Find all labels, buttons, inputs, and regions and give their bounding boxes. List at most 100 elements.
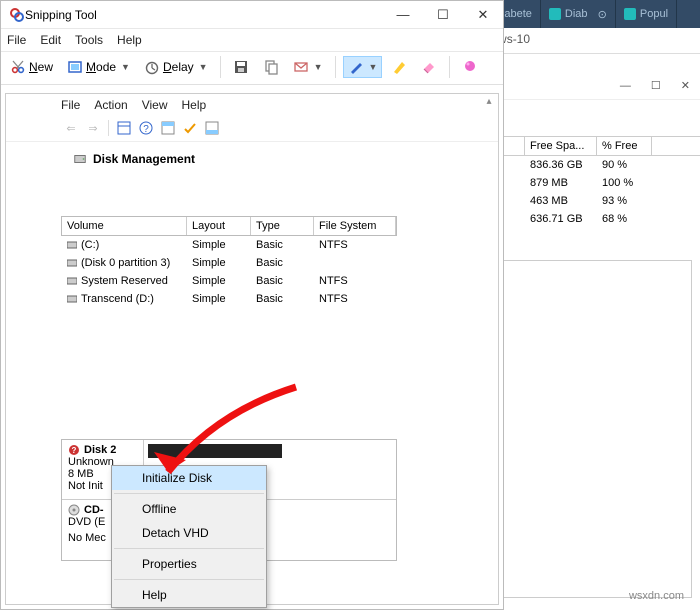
context-menu: Initialize Disk Offline Detach VHD Prope… [111, 465, 267, 608]
send-button[interactable]: ▼ [288, 56, 328, 78]
browser-tabstrip: Diabete Diab ⊙ Popul [470, 0, 700, 28]
highlighter-button[interactable] [386, 56, 412, 78]
table-row[interactable]: Transcend (D:) Simple Basic NTFS [61, 290, 397, 308]
copy-button[interactable] [258, 56, 284, 78]
ctx-offline[interactable]: Offline [112, 497, 266, 521]
separator [449, 56, 450, 78]
col-free-space[interactable]: Free Spa... [525, 137, 597, 155]
pane-icon [205, 121, 219, 135]
pen-button[interactable]: ▼ [343, 56, 383, 78]
dm-menubar: File Action View Help [6, 94, 498, 115]
browser-tab-2[interactable]: Diab ⊙ [541, 0, 616, 28]
chevron-down-icon: ▼ [199, 62, 208, 72]
table-row[interactable]: (C:) Simple Basic NTFS [61, 236, 397, 254]
menu-help[interactable]: Help [117, 33, 142, 47]
chevron-down-icon: ▼ [369, 62, 378, 72]
ctx-initialize-disk[interactable]: Initialize Disk [112, 466, 266, 490]
svg-text:?: ? [72, 446, 77, 455]
maximize-button[interactable]: ☐ [423, 1, 463, 28]
menu-file[interactable]: File [7, 33, 26, 47]
minimize-button[interactable]: — [383, 1, 423, 28]
clock-icon [144, 59, 160, 75]
table-row[interactable]: System Reserved Simple Basic NTFS [61, 272, 397, 290]
save-button[interactable] [228, 56, 254, 78]
col-type[interactable]: Type [251, 217, 314, 235]
dm-menu-file[interactable]: File [61, 98, 80, 112]
table-icon [117, 121, 131, 135]
menu-tools[interactable]: Tools [75, 33, 103, 47]
new-button[interactable]: NNewew [5, 56, 58, 78]
ctx-detach-vhd[interactable]: Detach VHD [112, 521, 266, 545]
ctx-properties[interactable]: Properties [112, 552, 266, 576]
refresh-button[interactable] [114, 118, 134, 138]
separator [114, 548, 264, 549]
chevron-down-icon: ▼ [121, 62, 130, 72]
table-row[interactable]: B 463 MB 93 % [470, 192, 700, 210]
pane-icon [161, 121, 175, 135]
table-row[interactable]: (Disk 0 partition 3) Simple Basic [61, 254, 397, 272]
col-filesystem[interactable]: File System [314, 217, 396, 235]
disk-management-header: Disk Management [61, 152, 416, 174]
watermark: wsxdn.com [629, 590, 684, 602]
separator [335, 56, 336, 78]
dm-title: Disk Management [73, 152, 416, 166]
table-row[interactable]: GB 636.71 GB 68 % [470, 210, 700, 228]
separator [114, 493, 264, 494]
drive-icon [67, 258, 77, 268]
dm-menu-view[interactable]: View [142, 98, 168, 112]
dm-menu-action[interactable]: Action [94, 98, 127, 112]
cdrom-icon [68, 504, 80, 516]
browser-tab-3[interactable]: Popul [616, 0, 677, 28]
check-icon [183, 121, 197, 135]
forward-button[interactable]: ⇒ [83, 118, 103, 138]
mode-icon [67, 59, 83, 75]
minimize-icon[interactable]: — [620, 80, 631, 92]
paint3d-button[interactable] [457, 56, 483, 78]
address-fragment: ndows-10 [470, 28, 700, 54]
pen-icon [348, 59, 364, 75]
dm-menu-help[interactable]: Help [182, 98, 207, 112]
delay-button[interactable]: Delay▼ [139, 56, 213, 78]
view-bottom-button[interactable] [202, 118, 222, 138]
mode-button[interactable]: Mode▼ [62, 56, 135, 78]
view-top-button[interactable] [158, 118, 178, 138]
highlighter-icon [391, 59, 407, 75]
drive-icon [67, 240, 77, 250]
titlebar: Snipping Tool — ☐ ✕ [1, 1, 503, 29]
save-icon [233, 59, 249, 75]
dm-toolbar: ⇐ ⇒ ? [6, 115, 498, 142]
close-button[interactable]: ✕ [463, 1, 503, 28]
menubar: File Edit Tools Help [1, 29, 503, 52]
app-icon [9, 7, 25, 23]
tab-label: Diab [565, 8, 588, 20]
help-button[interactable]: ? [136, 118, 156, 138]
mail-icon [293, 59, 309, 75]
separator [220, 56, 221, 78]
capture-content: Disk Management File Action View Help ⇐ … [5, 93, 499, 605]
window-title: Snipping Tool [25, 8, 383, 22]
table-row[interactable]: 5 GB 836.36 GB 90 % [470, 156, 700, 174]
scroll-up-button[interactable]: ▴ [482, 96, 496, 110]
table-row[interactable]: B 879 MB 100 % [470, 174, 700, 192]
ctx-help[interactable]: Help [112, 583, 266, 607]
col-layout[interactable]: Layout [187, 217, 251, 235]
maximize-icon[interactable]: ☐ [651, 79, 661, 92]
separator [108, 120, 109, 136]
eraser-button[interactable] [416, 56, 442, 78]
background-window: Diabete Diab ⊙ Popul ndows-10 — ☐ ✕ ity … [470, 0, 700, 610]
view-action-button[interactable] [180, 118, 200, 138]
separator [114, 579, 264, 580]
col-volume[interactable]: Volume [62, 217, 187, 235]
unknown-disk-icon: ? [68, 444, 80, 456]
snipping-tool-window: Snipping Tool — ☐ ✕ File Edit Tools Help… [0, 0, 504, 610]
favicon [624, 8, 636, 20]
svg-text:?: ? [143, 124, 149, 135]
window-controls-bg: — ☐ ✕ [470, 72, 700, 100]
close-icon[interactable]: ✕ [681, 79, 690, 92]
scissors-icon [10, 59, 26, 75]
favicon [549, 8, 561, 20]
back-button[interactable]: ⇐ [61, 118, 81, 138]
menu-edit[interactable]: Edit [40, 33, 61, 47]
disk-table-header: ity Free Spa... % Free [470, 136, 700, 156]
col-pct-free[interactable]: % Free [597, 137, 652, 155]
